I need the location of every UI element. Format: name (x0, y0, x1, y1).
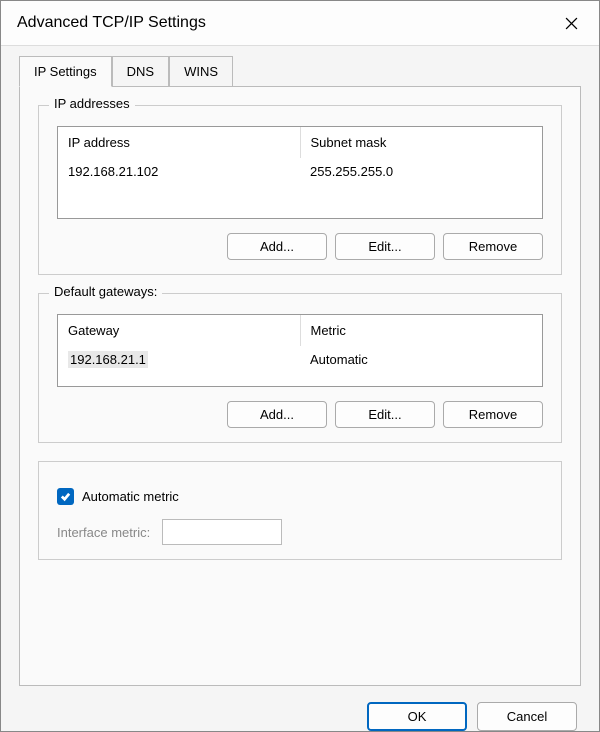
tab-panel-ip-settings: IP addresses IP address Subnet mask 192.… (19, 86, 581, 686)
close-button[interactable] (555, 9, 587, 37)
auto-metric-row: Automatic metric (57, 488, 543, 505)
cell-ip: 192.168.21.102 (58, 158, 300, 191)
ip-buttons-row: Add... Edit... Remove (57, 233, 543, 260)
gw-remove-button[interactable]: Remove (443, 401, 543, 428)
auto-metric-label: Automatic metric (82, 489, 179, 504)
gw-add-button[interactable]: Add... (227, 401, 327, 428)
gateways-legend: Default gateways: (49, 284, 162, 299)
interface-metric-row: Interface metric: (57, 519, 543, 545)
gateways-fieldset: Default gateways: Gateway Metric 192.168… (38, 293, 562, 443)
dialog-buttons: OK Cancel (19, 686, 581, 731)
ip-addresses-legend: IP addresses (49, 96, 135, 111)
ip-table-header: IP address Subnet mask (58, 127, 542, 158)
titlebar: Advanced TCP/IP Settings (1, 1, 599, 46)
tab-bar: IP Settings DNS WINS (19, 56, 581, 86)
ip-remove-button[interactable]: Remove (443, 233, 543, 260)
ip-table-body: 192.168.21.102 255.255.255.0 (58, 158, 542, 218)
window-title: Advanced TCP/IP Settings (17, 14, 206, 32)
ok-button[interactable]: OK (367, 702, 467, 731)
tab-dns[interactable]: DNS (112, 56, 169, 86)
table-row[interactable]: 192.168.21.102 255.255.255.0 (58, 158, 542, 191)
tab-ip-settings[interactable]: IP Settings (19, 56, 112, 87)
table-row[interactable]: 192.168.21.1 Automatic (58, 346, 542, 379)
check-icon (60, 491, 71, 502)
ip-edit-button[interactable]: Edit... (335, 233, 435, 260)
col-gateway[interactable]: Gateway (58, 315, 301, 346)
gw-table-header: Gateway Metric (58, 315, 542, 346)
col-metric[interactable]: Metric (301, 315, 543, 346)
tab-wins[interactable]: WINS (169, 56, 233, 86)
gw-buttons-row: Add... Edit... Remove (57, 401, 543, 428)
cell-metric: Automatic (300, 346, 542, 379)
close-icon (565, 17, 578, 30)
ip-addresses-fieldset: IP addresses IP address Subnet mask 192.… (38, 105, 562, 275)
cell-mask: 255.255.255.0 (300, 158, 542, 191)
interface-metric-label: Interface metric: (57, 525, 150, 540)
gw-edit-button[interactable]: Edit... (335, 401, 435, 428)
col-subnet-mask[interactable]: Subnet mask (301, 127, 543, 158)
gw-table-body: 192.168.21.1 Automatic (58, 346, 542, 386)
auto-metric-checkbox[interactable] (57, 488, 74, 505)
content-area: IP Settings DNS WINS IP addresses IP add… (1, 46, 599, 731)
col-ip-address[interactable]: IP address (58, 127, 301, 158)
cell-gateway: 192.168.21.1 (58, 346, 300, 379)
ip-add-button[interactable]: Add... (227, 233, 327, 260)
metric-fieldset: Automatic metric Interface metric: (38, 461, 562, 560)
gateways-table[interactable]: Gateway Metric 192.168.21.1 Automatic (57, 314, 543, 387)
ip-addresses-table[interactable]: IP address Subnet mask 192.168.21.102 25… (57, 126, 543, 219)
interface-metric-input (162, 519, 282, 545)
cancel-button[interactable]: Cancel (477, 702, 577, 731)
